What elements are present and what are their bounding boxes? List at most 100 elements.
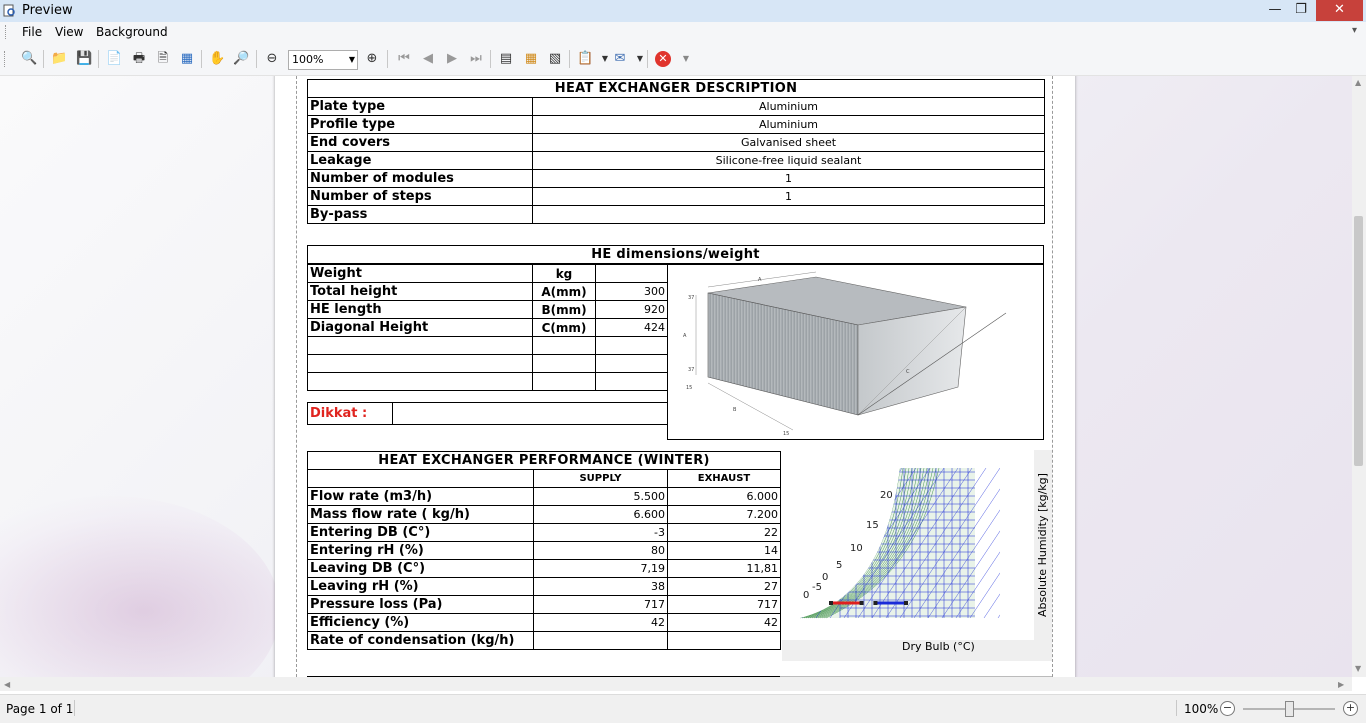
exhaust-value: [666, 631, 782, 650]
horizontal-scrollbar[interactable]: ◀ ▶: [0, 677, 1352, 691]
minimize-button[interactable]: —: [1262, 0, 1288, 21]
table-row: Number of modules 1: [307, 169, 1046, 188]
exhaust-value: 14: [666, 541, 782, 560]
notice-value: [392, 402, 668, 425]
svg-text:A: A: [758, 277, 762, 283]
scroll-right-icon[interactable]: ▶: [1338, 680, 1344, 689]
heat-exchanger-image: 37 A 37 15 B 15 A C: [667, 264, 1044, 440]
table-row: End covers Galvanised sheet: [307, 133, 1046, 152]
svg-text:A: A: [683, 333, 687, 339]
zoom-in-icon[interactable]: ⊕: [364, 51, 380, 67]
close-window-button[interactable]: ✕: [1316, 0, 1363, 21]
close-preview-icon[interactable]: ✕: [655, 51, 671, 67]
scroll-up-icon[interactable]: ▲: [1355, 78, 1361, 87]
scroll-left-icon[interactable]: ◀: [4, 680, 10, 689]
table-row: Weight kg: [307, 264, 668, 283]
row-value: 424: [595, 318, 668, 337]
empty-cell: [595, 372, 668, 391]
row-label: Rate of condensation (kg/h): [307, 631, 534, 650]
send-email-icon[interactable]: ✉: [612, 51, 628, 67]
export-document-icon[interactable]: 📋: [577, 51, 593, 67]
zoom-out-button[interactable]: −: [1220, 701, 1235, 716]
find-icon[interactable]: 🔍: [21, 51, 37, 67]
export-icon[interactable]: ▦: [179, 51, 195, 67]
process-point: [873, 601, 878, 605]
page-indicator: Page 1 of 1: [6, 702, 74, 716]
toolbar-separator: [43, 50, 44, 68]
table-row: Leaving rH (%) 38 27: [307, 577, 782, 596]
toolbar-separator: [387, 50, 388, 68]
menu-overflow-icon[interactable]: ▾: [1352, 25, 1357, 36]
chart-curve-label: 0: [822, 572, 828, 583]
svg-text:B: B: [733, 407, 737, 413]
exhaust-header: EXHAUST: [666, 469, 782, 488]
hand-tool-icon[interactable]: ✋: [209, 51, 225, 67]
previous-page-icon[interactable]: ◀: [420, 51, 436, 67]
preview-app-icon: [3, 4, 15, 17]
preview-canvas[interactable]: HEAT EXCHANGER DESCRIPTION Plate type Alu…: [0, 76, 1352, 677]
menu-background[interactable]: Background: [96, 25, 168, 39]
toolbar-separator: [490, 50, 491, 68]
table-row: Profile type Aluminium: [307, 115, 1046, 134]
toolbar-separator: [647, 50, 648, 68]
chart-curve-label: 5: [836, 560, 842, 571]
menu-file[interactable]: File: [22, 25, 42, 39]
row-label: Number of steps: [307, 187, 533, 206]
save-icon[interactable]: 💾: [76, 51, 92, 67]
supply-value: 717: [533, 595, 668, 614]
print-icon[interactable]: 🖶: [131, 51, 147, 67]
zoom-in-button[interactable]: +: [1343, 701, 1358, 716]
row-label: Pressure loss (Pa): [307, 595, 534, 614]
row-unit: A(mm): [532, 282, 596, 301]
chevron-down-icon[interactable]: ▼: [632, 51, 648, 67]
chart-curve-label: 20: [880, 490, 893, 501]
color-icon[interactable]: ▦: [523, 51, 539, 67]
process-point: [829, 601, 833, 605]
vertical-scroll-thumb[interactable]: [1354, 216, 1363, 466]
row-value: [595, 264, 668, 283]
zoom-out-icon[interactable]: ⊖: [264, 51, 280, 67]
quick-print-icon[interactable]: 🗎: [155, 51, 171, 67]
page-setup-icon[interactable]: 📄: [106, 51, 122, 67]
table-row: Diagonal Height C(mm) 424: [307, 318, 668, 337]
watermark-icon[interactable]: ▧: [547, 51, 563, 67]
empty-cell: [595, 336, 668, 355]
zoom-select[interactable]: 100% ▼: [288, 50, 358, 70]
row-label: Mass flow rate ( kg/h): [307, 505, 534, 524]
toolbar-separator: [569, 50, 570, 68]
row-unit: kg: [532, 264, 596, 283]
row-unit: B(mm): [532, 300, 596, 319]
notice-table: Dikkat :: [307, 402, 668, 425]
row-value: [531, 205, 1046, 224]
svg-text:15: 15: [783, 431, 789, 437]
row-label: Leakage: [307, 151, 533, 170]
chart-curve-label: 10: [850, 543, 863, 554]
open-icon[interactable]: 📁: [51, 51, 67, 67]
empty-cell: [307, 469, 534, 488]
empty-cell: [532, 354, 596, 373]
toolbar-overflow-icon[interactable]: ▼: [678, 51, 694, 67]
menu-view[interactable]: View: [55, 25, 83, 39]
report-page: HEAT EXCHANGER DESCRIPTION Plate type Alu…: [275, 76, 1075, 677]
magnifier-icon[interactable]: 🔎: [233, 51, 249, 67]
row-value: Aluminium: [531, 97, 1046, 116]
restore-button[interactable]: ❐: [1288, 0, 1314, 21]
chevron-down-icon[interactable]: ▼: [597, 51, 613, 67]
exhaust-value: 717: [666, 595, 782, 614]
last-page-icon[interactable]: ⏭: [468, 51, 484, 67]
supply-value: 38: [533, 577, 668, 596]
row-label: End covers: [307, 133, 533, 152]
vertical-scrollbar[interactable]: ▲ ▼: [1352, 76, 1366, 677]
svg-text:37: 37: [688, 367, 694, 373]
zoom-slider-thumb[interactable]: [1285, 701, 1294, 717]
window-title: Preview: [22, 3, 73, 18]
row-label: Weight: [307, 264, 533, 283]
multiple-pages-icon[interactable]: ▤: [498, 51, 514, 67]
description-table: HEAT EXCHANGER DESCRIPTION Plate type Alu…: [306, 79, 1046, 224]
chevron-down-icon: ▼: [348, 55, 355, 64]
empty-cell: [307, 354, 533, 373]
first-page-icon[interactable]: ⏮: [396, 51, 412, 67]
exhaust-value: 22: [666, 523, 782, 542]
scroll-down-icon[interactable]: ▼: [1355, 664, 1361, 673]
next-page-icon[interactable]: ▶: [444, 51, 460, 67]
